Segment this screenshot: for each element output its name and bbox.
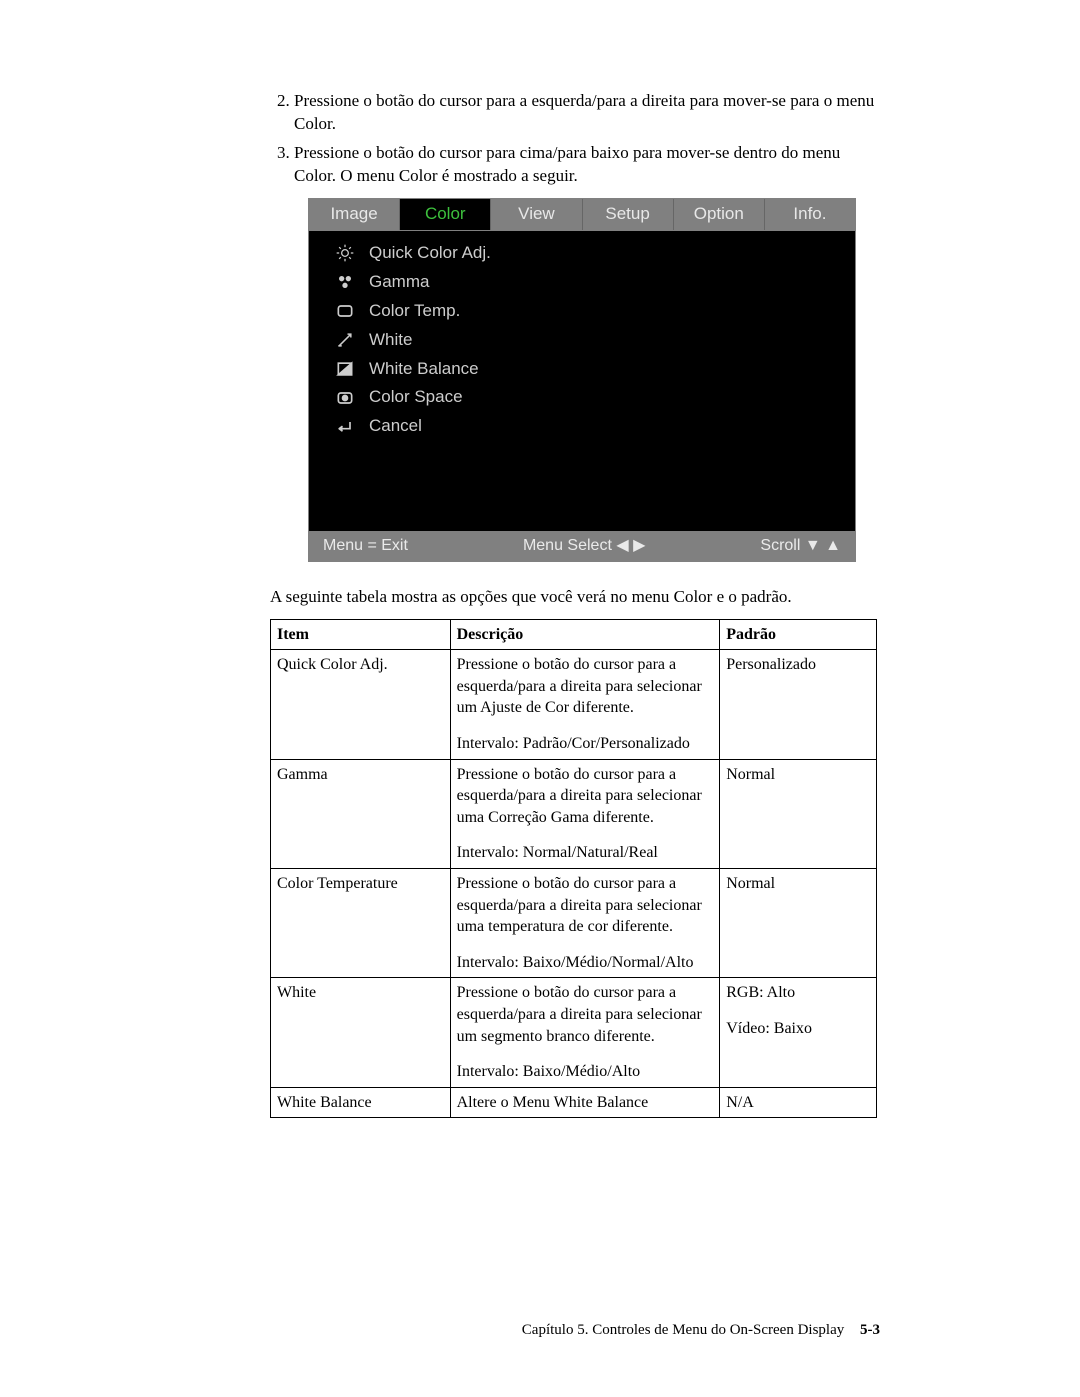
osd-item-white: White xyxy=(309,326,855,355)
white-balance-icon xyxy=(331,358,359,380)
white-icon xyxy=(331,329,359,351)
tab-color: Color xyxy=(400,199,491,230)
tab-view: View xyxy=(491,199,582,230)
cell-desc: Pressione o botão do cursor para a esque… xyxy=(450,869,720,978)
osd-footer-right: Scroll ▼ ▲ xyxy=(760,535,841,557)
table-row: Color Temperature Pressione o botão do c… xyxy=(271,869,877,978)
color-space-icon xyxy=(331,387,359,409)
osd-item-gamma: Gamma xyxy=(309,268,855,297)
cell-desc: Altere o Menu White Balance xyxy=(450,1087,720,1118)
step-3-text: Pressione o botão do cursor para cima/pa… xyxy=(294,143,840,185)
table-row: Quick Color Adj. Pressione o botão do cu… xyxy=(271,650,877,759)
cell-desc: Pressione o botão do cursor para a esque… xyxy=(450,650,720,759)
table-row: White Balance Altere o Menu White Balanc… xyxy=(271,1087,877,1118)
osd-item-white-balance: White Balance xyxy=(309,355,855,384)
tab-info: Info. xyxy=(765,199,855,230)
th-desc: Descrição xyxy=(450,619,720,650)
sun-icon xyxy=(331,242,359,264)
page-footer: Capítulo 5. Controles de Menu do On-Scre… xyxy=(522,1320,880,1340)
tab-image: Image xyxy=(309,199,400,230)
osd-item-color-temp: Color Temp. xyxy=(309,297,855,326)
color-temp-icon xyxy=(331,300,359,322)
osd-screenshot: Image Color View Setup Option Info. Quic… xyxy=(308,198,856,562)
osd-footer: Menu = Exit Menu Select ◀ ▶ Scroll ▼ ▲ xyxy=(309,531,855,561)
osd-item-quick-color: Quick Color Adj. xyxy=(309,239,855,268)
step-list: Pressione o botão do cursor para a esque… xyxy=(270,90,880,188)
return-icon xyxy=(331,416,359,438)
cell-desc: Pressione o botão do cursor para a esque… xyxy=(450,759,720,868)
cell-item: Quick Color Adj. xyxy=(271,650,451,759)
osd-item-color-space: Color Space xyxy=(309,383,855,412)
table-row: White Pressione o botão do cursor para a… xyxy=(271,978,877,1087)
step-2: Pressione o botão do cursor para a esque… xyxy=(294,90,880,136)
osd-item-label: Cancel xyxy=(369,415,422,438)
step-3: Pressione o botão do cursor para cima/pa… xyxy=(294,142,880,188)
osd-item-cancel: Cancel xyxy=(309,412,855,441)
cell-item: White xyxy=(271,978,451,1087)
osd-item-label: Color Temp. xyxy=(369,300,460,323)
table-intro: A seguinte tabela mostra as opções que v… xyxy=(270,586,880,609)
chapter-label: Capítulo 5. Controles de Menu do On-Scre… xyxy=(522,1322,844,1338)
th-item: Item xyxy=(271,619,451,650)
cell-default: Personalizado xyxy=(720,650,877,759)
osd-footer-mid: Menu Select ◀ ▶ xyxy=(523,535,645,557)
osd-item-label: White xyxy=(369,329,412,352)
page-number: 5-3 xyxy=(860,1322,880,1338)
cell-default: N/A xyxy=(720,1087,877,1118)
manual-page: Pressione o botão do cursor para a esque… xyxy=(0,0,1080,1118)
table-row: Gamma Pressione o botão do cursor para a… xyxy=(271,759,877,868)
cell-default: Normal xyxy=(720,869,877,978)
cell-item: White Balance xyxy=(271,1087,451,1118)
tab-option: Option xyxy=(674,199,765,230)
osd-tabs: Image Color View Setup Option Info. xyxy=(309,199,855,231)
osd-footer-left: Menu = Exit xyxy=(323,535,408,557)
osd-item-label: Gamma xyxy=(369,271,429,294)
cell-desc: Pressione o botão do cursor para a esque… xyxy=(450,978,720,1087)
osd-item-label: Color Space xyxy=(369,386,463,409)
osd-item-label: Quick Color Adj. xyxy=(369,242,491,265)
cell-default: RGB: Alto Vídeo: Baixo xyxy=(720,978,877,1087)
osd-body: Quick Color Adj. Gamma Color Temp. White xyxy=(309,231,855,531)
gamma-icon xyxy=(331,271,359,293)
options-table: Item Descrição Padrão Quick Color Adj. P… xyxy=(270,619,877,1119)
osd-item-label: White Balance xyxy=(369,358,479,381)
th-default: Padrão xyxy=(720,619,877,650)
cell-default: Normal xyxy=(720,759,877,868)
cell-item: Color Temperature xyxy=(271,869,451,978)
cell-item: Gamma xyxy=(271,759,451,868)
tab-setup: Setup xyxy=(583,199,674,230)
step-2-text: Pressione o botão do cursor para a esque… xyxy=(294,91,874,133)
